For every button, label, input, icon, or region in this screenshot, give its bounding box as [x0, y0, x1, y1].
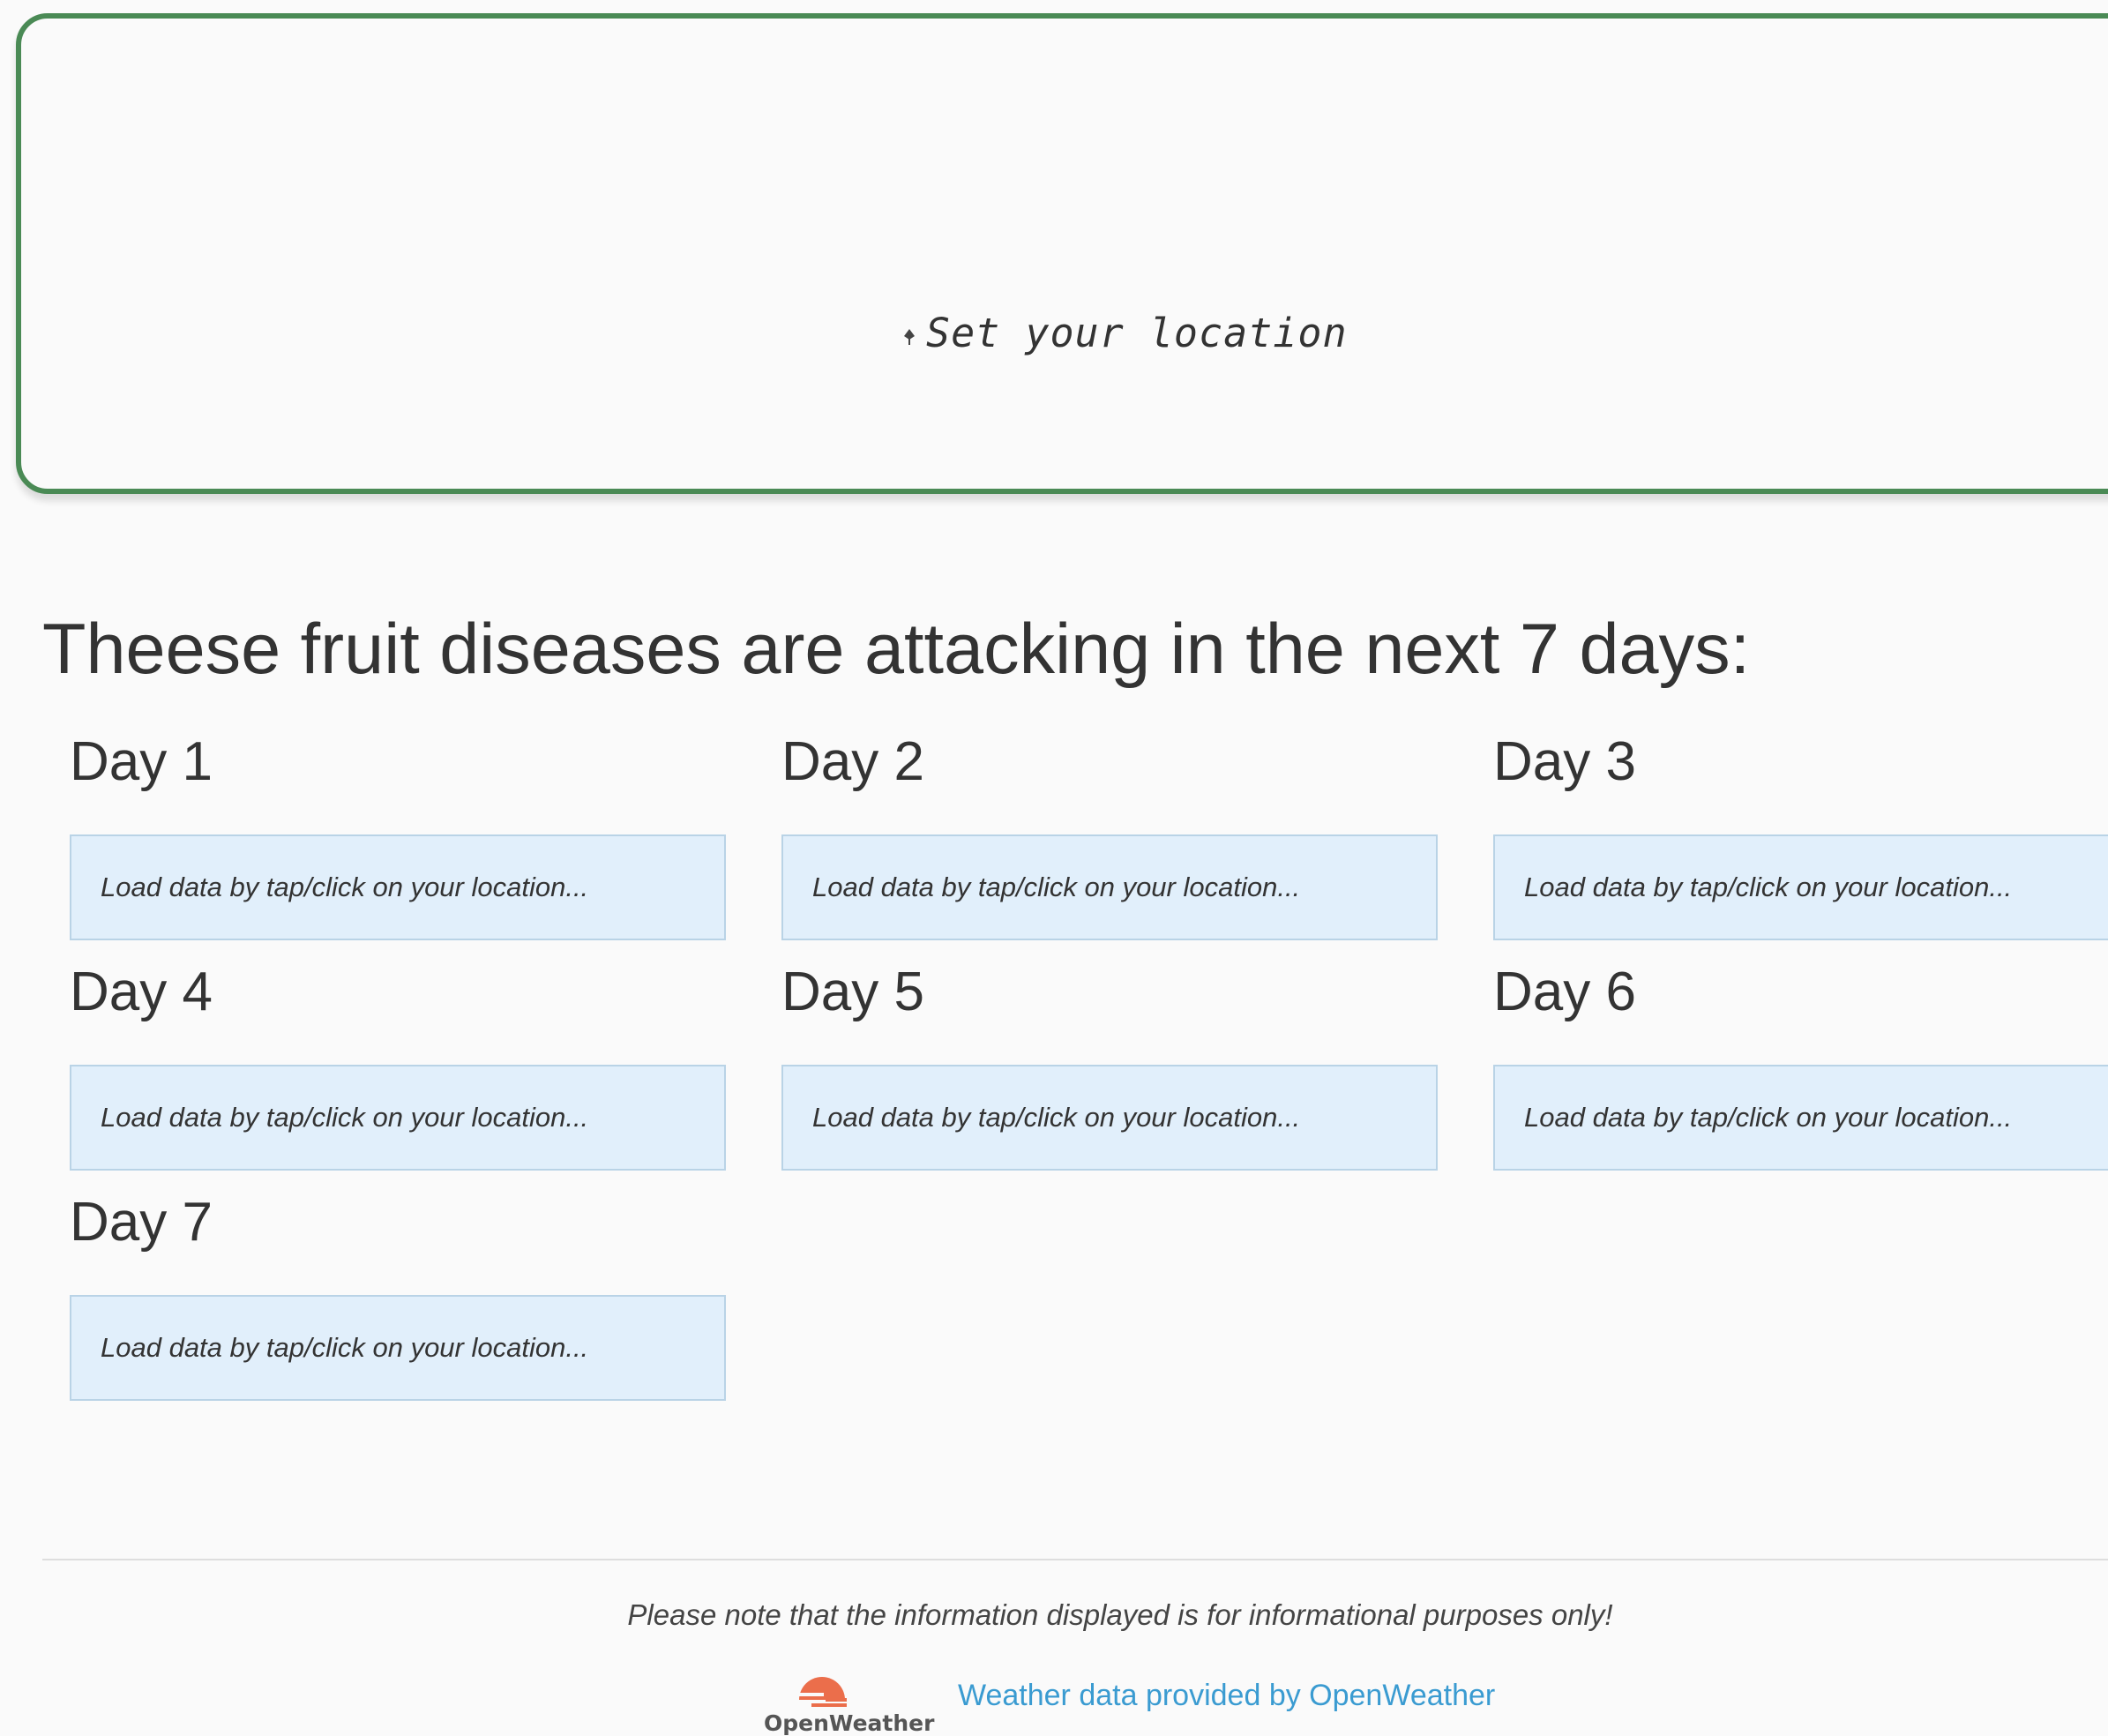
day-forecast-box[interactable]: Load data by tap/click on your location.…	[1493, 834, 2108, 940]
day-title: Day 3	[1493, 731, 1636, 792]
openweather-logo: OpenWeather	[764, 1665, 934, 1736]
day-card-7: Day 7 Load data by tap/click on your loc…	[70, 1184, 726, 1401]
set-location-button[interactable]: Set your location	[903, 310, 1348, 356]
day-title: Day 1	[70, 731, 213, 792]
openweather-logo-text: OpenWeather	[764, 1710, 935, 1736]
day-title: Day 2	[781, 731, 924, 792]
day-forecast-box[interactable]: Load data by tap/click on your location.…	[70, 1295, 726, 1401]
openweather-attribution-link[interactable]: Weather data provided by OpenWeather	[958, 1679, 1495, 1713]
pin-icon	[903, 328, 916, 345]
day-card-1: Day 1 Load data by tap/click on your loc…	[70, 723, 726, 940]
day-card-6: Day 6 Load data by tap/click on your loc…	[1493, 954, 2108, 1171]
day-title: Day 4	[70, 962, 213, 1022]
day-title: Day 6	[1493, 962, 1636, 1022]
day-title: Day 5	[781, 962, 924, 1022]
day-forecast-box[interactable]: Load data by tap/click on your location.…	[1493, 1065, 2108, 1171]
set-location-label: Set your location	[926, 310, 1348, 356]
day-forecast-box[interactable]: Load data by tap/click on your location.…	[781, 834, 1438, 940]
location-panel: Set your location	[16, 13, 2108, 494]
day-card-3: Day 3 Load data by tap/click on your loc…	[1493, 723, 2108, 940]
day-card-4: Day 4 Load data by tap/click on your loc…	[70, 954, 726, 1171]
page-headline: Theese fruit diseases are attacking in t…	[42, 610, 1751, 689]
day-forecast-box[interactable]: Load data by tap/click on your location.…	[781, 1065, 1438, 1171]
disclaimer-text: Please note that the information display…	[627, 1598, 1613, 1631]
day-title: Day 7	[70, 1192, 213, 1253]
day-forecast-box[interactable]: Load data by tap/click on your location.…	[70, 834, 726, 940]
day-forecast-box[interactable]: Load data by tap/click on your location.…	[70, 1065, 726, 1171]
day-card-2: Day 2 Load data by tap/click on your loc…	[781, 723, 1438, 940]
footer-divider	[42, 1559, 2108, 1560]
day-card-5: Day 5 Load data by tap/click on your loc…	[781, 954, 1438, 1171]
